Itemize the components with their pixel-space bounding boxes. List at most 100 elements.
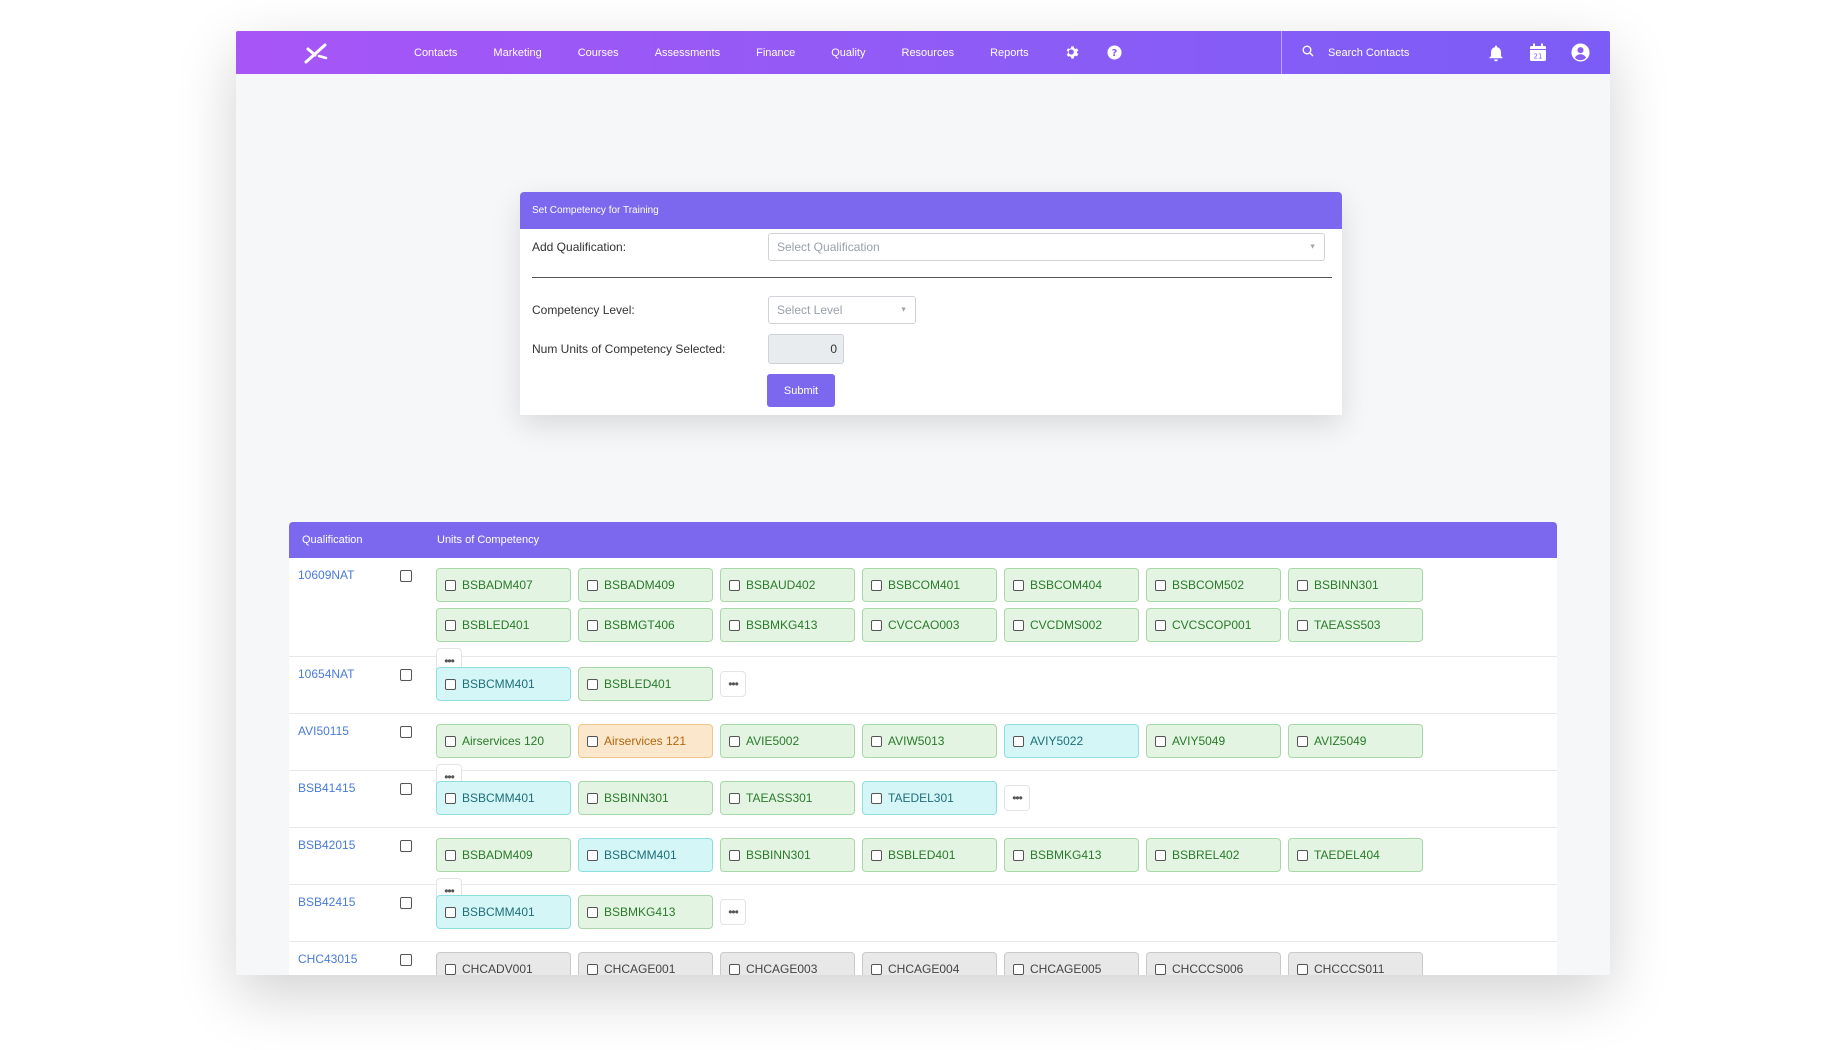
unit-checkbox[interactable] — [1013, 849, 1024, 861]
unit-chip[interactable]: Airservices 120 — [436, 724, 571, 758]
unit-checkbox[interactable] — [729, 579, 740, 591]
unit-chip[interactable]: TAEDEL404 — [1288, 838, 1423, 872]
unit-chip[interactable]: BSBLED401 — [862, 838, 997, 872]
unit-checkbox[interactable] — [729, 963, 740, 975]
unit-chip[interactable]: AVIY5022 — [1004, 724, 1139, 758]
unit-chip[interactable]: BSBMKG413 — [720, 608, 855, 642]
unit-checkbox[interactable] — [1297, 579, 1308, 591]
unit-chip[interactable]: CHCAGE005 — [1004, 952, 1139, 975]
unit-chip[interactable]: TAEASS301 — [720, 781, 855, 815]
nav-finance[interactable]: Finance — [756, 47, 795, 59]
unit-chip[interactable]: BSBLED401 — [578, 667, 713, 701]
unit-checkbox[interactable] — [1155, 579, 1166, 591]
gear-icon[interactable] — [1065, 45, 1081, 61]
unit-chip[interactable]: BSBMKG413 — [578, 895, 713, 929]
unit-chip[interactable]: CHCAGE003 — [720, 952, 855, 975]
unit-checkbox[interactable] — [445, 619, 456, 631]
unit-checkbox[interactable] — [871, 792, 882, 804]
unit-checkbox[interactable] — [1013, 963, 1024, 975]
unit-checkbox[interactable] — [1297, 849, 1308, 861]
unit-checkbox[interactable] — [1297, 963, 1308, 975]
unit-checkbox[interactable] — [587, 963, 598, 975]
unit-chip[interactable]: CHCAGE001 — [578, 952, 713, 975]
unit-checkbox[interactable] — [1155, 849, 1166, 861]
unit-chip[interactable]: AVIE5002 — [720, 724, 855, 758]
unit-checkbox[interactable] — [587, 678, 598, 690]
nav-courses[interactable]: Courses — [578, 47, 619, 59]
unit-checkbox[interactable] — [445, 906, 456, 918]
level-select[interactable]: Select Level ▼ — [768, 296, 916, 324]
row-checkbox[interactable] — [400, 954, 412, 966]
unit-checkbox[interactable] — [1155, 619, 1166, 631]
nav-reports[interactable]: Reports — [990, 47, 1029, 59]
unit-checkbox[interactable] — [729, 735, 740, 747]
nav-assessments[interactable]: Assessments — [655, 47, 720, 59]
unit-chip[interactable]: BSBCMM401 — [436, 781, 571, 815]
unit-checkbox[interactable] — [729, 792, 740, 804]
help-icon[interactable]: ? — [1107, 45, 1123, 61]
unit-checkbox[interactable] — [587, 906, 598, 918]
unit-checkbox[interactable] — [729, 849, 740, 861]
unit-checkbox[interactable] — [587, 792, 598, 804]
unit-chip[interactable]: BSBLED401 — [436, 608, 571, 642]
unit-checkbox[interactable] — [871, 579, 882, 591]
unit-chip[interactable]: BSBADM409 — [436, 838, 571, 872]
unit-checkbox[interactable] — [445, 792, 456, 804]
unit-checkbox[interactable] — [587, 849, 598, 861]
qualification-select[interactable]: Select Qualification ▼ — [768, 233, 1325, 261]
unit-chip[interactable]: BSBAUD402 — [720, 568, 855, 602]
nav-marketing[interactable]: Marketing — [493, 47, 541, 59]
user-account-icon[interactable] — [1570, 43, 1590, 63]
unit-chip[interactable]: AVIY5049 — [1146, 724, 1281, 758]
unit-checkbox[interactable] — [445, 963, 456, 975]
nav-contacts[interactable]: Contacts — [414, 47, 457, 59]
search-input[interactable]: Search Contacts — [1328, 47, 1409, 59]
unit-checkbox[interactable] — [1155, 963, 1166, 975]
qualification-link[interactable]: AVI50115 — [298, 724, 349, 738]
unit-chip[interactable]: BSBADM407 — [436, 568, 571, 602]
bell-icon[interactable] — [1486, 43, 1506, 63]
unit-chip[interactable]: CHCAGE004 — [862, 952, 997, 975]
unit-checkbox[interactable] — [871, 619, 882, 631]
more-options-icon[interactable]: ••• — [720, 671, 746, 697]
calendar-icon[interactable]: 21 — [1528, 43, 1548, 63]
unit-chip[interactable]: CHCCCS006 — [1146, 952, 1281, 975]
unit-checkbox[interactable] — [445, 849, 456, 861]
unit-chip[interactable]: BSBINN301 — [720, 838, 855, 872]
unit-chip[interactable]: CVCDMS002 — [1004, 608, 1139, 642]
unit-checkbox[interactable] — [1155, 735, 1166, 747]
unit-checkbox[interactable] — [871, 735, 882, 747]
unit-chip[interactable]: BSBCOM502 — [1146, 568, 1281, 602]
qualification-link[interactable]: CHC43015 — [298, 952, 357, 966]
row-checkbox[interactable] — [400, 783, 412, 795]
unit-checkbox[interactable] — [729, 619, 740, 631]
row-checkbox[interactable] — [400, 570, 412, 582]
unit-chip[interactable]: BSBMKG413 — [1004, 838, 1139, 872]
unit-chip[interactable]: CVCCAO003 — [862, 608, 997, 642]
unit-chip[interactable]: BSBCOM404 — [1004, 568, 1139, 602]
unit-checkbox[interactable] — [1013, 619, 1024, 631]
qualification-link[interactable]: BSB42415 — [298, 895, 355, 909]
qualification-link[interactable]: 10609NAT — [298, 568, 354, 582]
unit-chip[interactable]: BSBCMM401 — [436, 667, 571, 701]
unit-chip[interactable]: AVIZ5049 — [1288, 724, 1423, 758]
unit-checkbox[interactable] — [587, 579, 598, 591]
unit-checkbox[interactable] — [1013, 735, 1024, 747]
qualification-link[interactable]: 10654NAT — [298, 667, 354, 681]
unit-chip[interactable]: CHCADV001 — [436, 952, 571, 975]
unit-chip[interactable]: CHCCCS011 — [1288, 952, 1423, 975]
unit-checkbox[interactable] — [587, 735, 598, 747]
nav-quality[interactable]: Quality — [831, 47, 865, 59]
nav-resources[interactable]: Resources — [902, 47, 955, 59]
unit-chip[interactable]: BSBMGT406 — [578, 608, 713, 642]
unit-chip[interactable]: BSBCMM401 — [436, 895, 571, 929]
submit-button[interactable]: Submit — [767, 374, 835, 407]
unit-checkbox[interactable] — [445, 735, 456, 747]
qualification-link[interactable]: BSB41415 — [298, 781, 355, 795]
search-bar[interactable]: Search Contacts — [1302, 31, 1409, 74]
more-options-icon[interactable]: ••• — [720, 899, 746, 925]
unit-checkbox[interactable] — [871, 849, 882, 861]
unit-chip[interactable]: TAEASS503 — [1288, 608, 1423, 642]
unit-chip[interactable]: BSBREL402 — [1146, 838, 1281, 872]
row-checkbox[interactable] — [400, 840, 412, 852]
